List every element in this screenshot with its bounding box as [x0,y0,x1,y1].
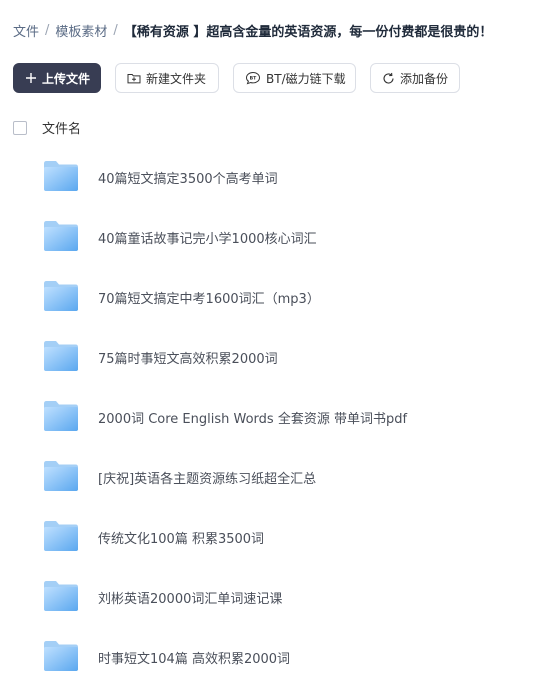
add-backup-button[interactable]: 添加备份 [370,63,460,93]
toolbar: 上传文件 新建文件夹 BT BT/磁力链下载 添加备份 [13,63,460,93]
folder-icon [43,460,79,492]
new-folder-button[interactable]: 新建文件夹 [115,63,219,93]
file-browser: 文件 / 模板素材 / 【稀有资源 】超高含金量的英语资源，每一份付费都是很贵的… [0,0,560,695]
add-backup-label: 添加备份 [400,71,449,86]
bt-magnet-download-label: BT/磁力链下载 [266,71,346,86]
select-all-checkbox[interactable] [13,120,27,135]
breadcrumb-current-folder: 【稀有资源 】超高含金量的英语资源，每一份付费都是很贵的！ [123,25,493,40]
file-name: 70篇短文搞定中考1600词汇（mp3） [98,292,320,307]
folder-icon [43,520,79,552]
file-name: 传统文化100篇 积累3500词 [98,532,265,547]
file-row[interactable]: 75篇时事短文高效积累2000词 [0,326,560,386]
file-name: 40篇短文搞定3500个高考单词 [98,172,278,187]
bt-magnet-download-button[interactable]: BT BT/磁力链下载 [233,63,356,93]
file-row[interactable]: 刘彬英语20000词汇单词速记课 [0,566,560,626]
file-name: 2000词 Core English Words 全套资源 带单词书pdf [98,412,408,427]
file-name: 刘彬英语20000词汇单词速记课 [98,592,283,607]
file-row[interactable]: [庆祝]英语各主题资源练习纸超全汇总 [0,446,560,506]
list-header: 文件名 [13,118,81,137]
upload-file-label: 上传文件 [42,71,91,86]
breadcrumb-separator: / [113,23,118,38]
file-name: 时事短文104篇 高效积累2000词 [98,652,291,667]
upload-file-button[interactable]: 上传文件 [13,63,101,93]
folder-icon [43,640,79,672]
file-row[interactable]: 40篇短文搞定3500个高考单词 [0,146,560,206]
column-header-filename: 文件名 [42,122,82,137]
file-row[interactable]: 70篇短文搞定中考1600词汇（mp3） [0,266,560,326]
folder-icon [43,160,79,192]
file-row[interactable]: 时事短文104篇 高效积累2000词 [0,626,560,686]
breadcrumb-separator: / [45,23,50,38]
folder-icon [43,220,79,252]
file-name: 75篇时事短文高效积累2000词 [98,352,278,367]
new-folder-icon [127,72,141,84]
file-name: 40篇童话故事记完小学1000核心词汇 [98,232,317,247]
folder-icon [43,580,79,612]
file-name: [庆祝]英语各主题资源练习纸超全汇总 [98,472,317,487]
new-folder-label: 新建文件夹 [146,71,207,86]
bt-icon: BT [245,71,261,85]
file-row[interactable]: 2000词 Core English Words 全套资源 带单词书pdf [0,386,560,446]
file-row[interactable]: 传统文化100篇 积累3500词 [0,506,560,566]
folder-icon [43,340,79,372]
refresh-icon [382,72,395,85]
file-row[interactable]: 40篇童话故事记完小学1000核心词汇 [0,206,560,266]
svg-text:BT: BT [250,76,258,82]
breadcrumb-item-files[interactable]: 文件 [13,21,39,40]
breadcrumb-item-templates[interactable]: 模板素材 [55,21,107,40]
breadcrumb: 文件 / 模板素材 / 【稀有资源 】超高含金量的英语资源，每一份付费都是很贵的… [13,21,492,40]
folder-icon [43,280,79,312]
folder-icon [43,400,79,432]
plus-icon [25,72,37,84]
